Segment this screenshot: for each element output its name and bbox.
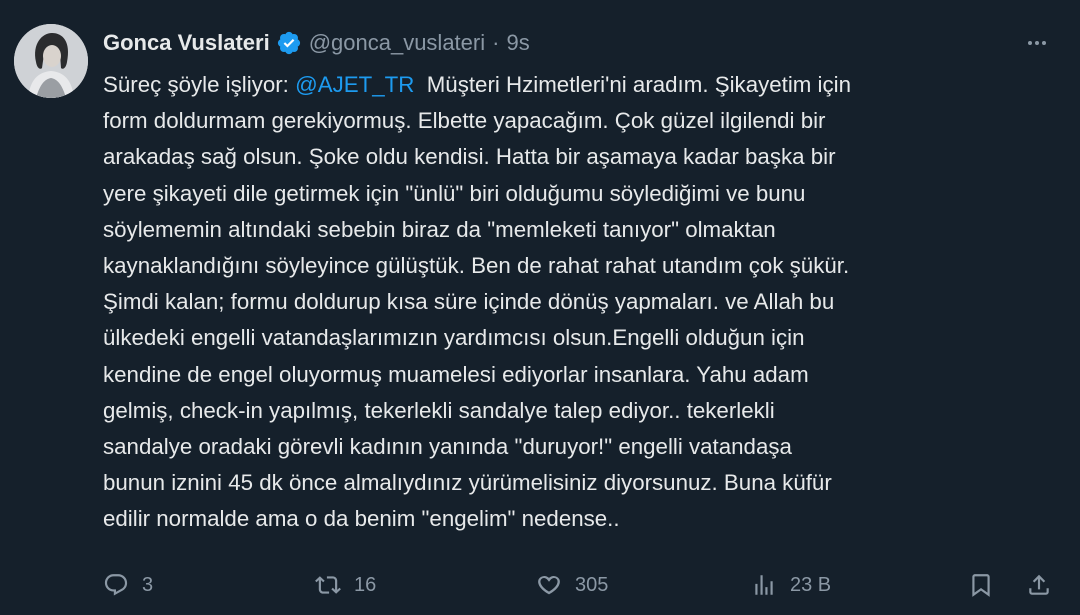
mention-link[interactable]: @AJET_TR <box>295 72 414 97</box>
tweet-header: Gonca Vuslateri @gonca_vuslateri · 9s <box>103 26 1060 60</box>
views-button[interactable]: 23 B <box>751 568 831 602</box>
tweet-text-line: ülkedeki engelli vatandaşlarımızın yardı… <box>103 325 805 351</box>
handle[interactable]: @gonca_vuslateri <box>309 30 485 56</box>
like-button[interactable]: 305 <box>536 568 608 602</box>
avatar[interactable] <box>14 24 88 98</box>
tweet-text-line: arakadaş sağ olsun. Şoke oldu kendisi. H… <box>103 144 836 170</box>
tweet-text-line: edilir normalde ama o da benim "engelim"… <box>103 506 620 532</box>
reply-count: 3 <box>142 573 154 596</box>
display-name[interactable]: Gonca Vuslateri <box>103 30 270 56</box>
like-count: 305 <box>575 573 609 596</box>
tweet-text: Süreç şöyle işliyor: @AJET_TR Müşteri Hz… <box>103 67 1063 538</box>
retweet-icon <box>315 572 341 598</box>
tweet-text-line: form doldurmam gerekiyormuş. Elbette yap… <box>103 108 826 134</box>
share-button[interactable] <box>1026 568 1052 602</box>
text-segment: Müşteri Hzimetleri'ni aradım. Şikayetim … <box>414 72 852 97</box>
reply-icon <box>103 572 129 598</box>
action-bar: 3 16 305 23 B <box>103 568 1062 602</box>
tweet-text-line: söylememin altındaki sebebin biraz da "m… <box>103 216 776 242</box>
bookmark-button[interactable] <box>968 568 994 602</box>
text-segment: Süreç şöyle işliyor: <box>103 72 296 97</box>
tweet-text-line: bunun iznini 45 dk önce almalıydınız yür… <box>103 470 832 496</box>
bookmark-icon <box>968 572 994 598</box>
reply-button[interactable]: 3 <box>103 568 153 602</box>
views-icon <box>751 572 777 598</box>
more-options-icon[interactable] <box>1020 28 1054 58</box>
views-count: 23 B <box>790 573 832 596</box>
tweet-text-line: Şimdi kalan; formu doldurup kısa süre iç… <box>103 289 835 315</box>
retweet-count: 16 <box>354 573 377 596</box>
tweet-text-line: kaynaklandığını söyleyince gülüştük. Ben… <box>103 253 850 279</box>
tweet-text-line: Süreç şöyle işliyor: @AJET_TR Müşteri Hz… <box>103 67 1063 103</box>
heart-icon <box>536 572 562 598</box>
share-icon <box>1026 572 1052 598</box>
tweet-text-line: yere şikayeti dile getirmek için "ünlü" … <box>103 180 806 206</box>
tweet: Gonca Vuslateri @gonca_vuslateri · 9s Sü… <box>0 0 1080 615</box>
tweet-text-line: sandalye oradaki görevli kadının yanında… <box>103 434 792 460</box>
verified-badge-icon <box>276 30 302 56</box>
timestamp[interactable]: 9s <box>506 30 529 56</box>
retweet-button[interactable]: 16 <box>315 568 376 602</box>
tweet-text-line: gelmiş, check-in yapılmış, tekerlekli sa… <box>103 397 775 423</box>
separator-dot: · <box>492 30 500 55</box>
tweet-text-line: kendine de engel oluyormuş muamelesi edi… <box>103 361 809 387</box>
